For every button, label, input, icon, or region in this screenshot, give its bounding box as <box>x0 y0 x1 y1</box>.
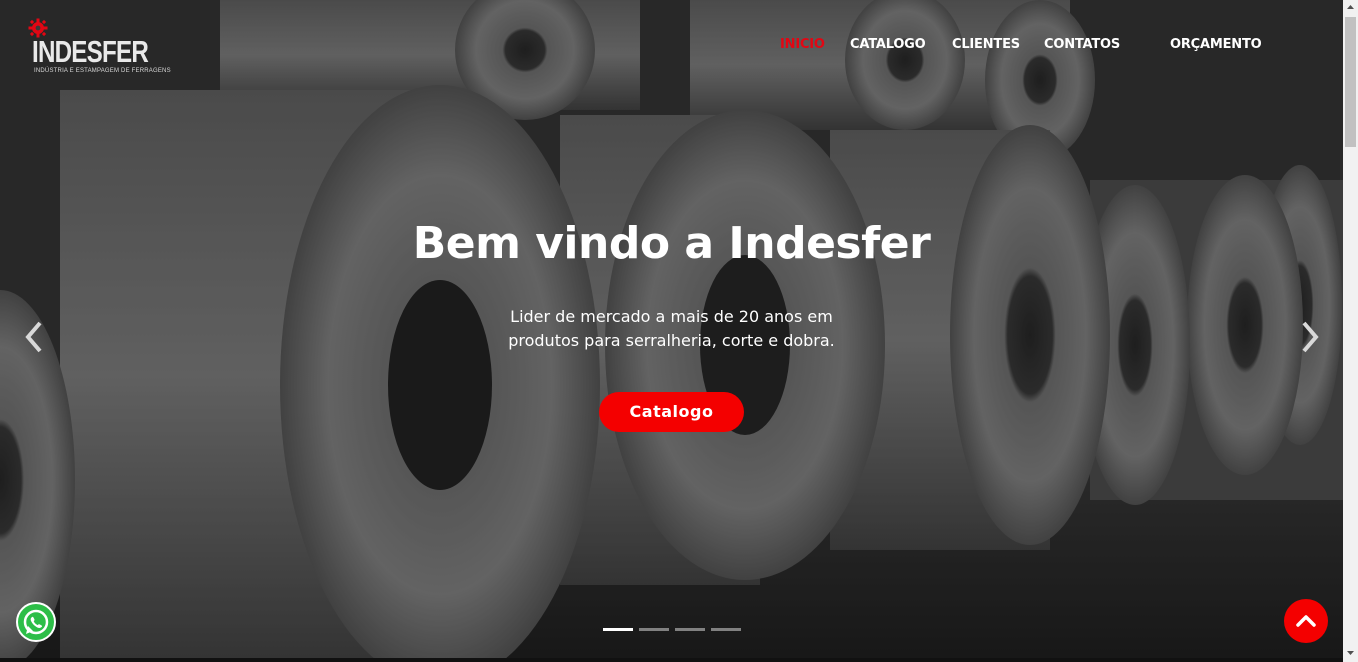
carousel-indicator-3[interactable] <box>675 628 705 631</box>
carousel-indicators <box>603 628 743 632</box>
vertical-scrollbar[interactable] <box>1343 0 1358 662</box>
scrollbar-thumb[interactable] <box>1345 17 1356 147</box>
chevron-left-icon[interactable] <box>22 320 48 354</box>
chevron-up-icon <box>1296 615 1316 627</box>
hero-title: Bem vindo a Indesfer <box>412 218 931 269</box>
logo-tagline: INDÚSTRIA E ESTAMPAGEM DE FERRAGENS <box>34 68 171 74</box>
hero-subtitle-line-2: produtos para serralheria, corte e dobra… <box>508 331 835 350</box>
scroll-down-arrow-icon[interactable] <box>1343 645 1358 660</box>
chevron-right-icon[interactable] <box>1296 320 1322 354</box>
whatsapp-icon <box>23 609 49 635</box>
nav-item-orcamento[interactable]: ORÇAMENTO <box>1170 37 1262 52</box>
nav-item-contatos[interactable]: CONTATOS <box>1044 37 1120 52</box>
whatsapp-button[interactable] <box>16 602 56 642</box>
nav-item-clientes[interactable]: CLIENTES <box>952 37 1020 52</box>
back-to-top-button[interactable] <box>1284 599 1328 643</box>
catalog-button[interactable]: Catalogo <box>599 392 744 432</box>
logo-wordmark: INDESFER <box>32 34 149 69</box>
site-logo[interactable]: INDESFER INDÚSTRIA E ESTAMPAGEM DE FERRA… <box>28 18 171 74</box>
carousel-indicator-4[interactable] <box>711 628 741 631</box>
carousel-indicator-1[interactable] <box>603 628 633 631</box>
scroll-up-arrow-icon[interactable] <box>1343 0 1358 15</box>
hero-carousel: INDESFER INDÚSTRIA E ESTAMPAGEM DE FERRA… <box>0 0 1343 662</box>
hero-subtitle: Lider de mercado a mais de 20 anos em pr… <box>0 305 1343 353</box>
page-bottom-edge <box>0 658 1343 662</box>
hero-subtitle-line-1: Lider de mercado a mais de 20 anos em <box>510 307 833 326</box>
nav-item-inicio[interactable]: INICIO <box>780 37 825 52</box>
carousel-indicator-2[interactable] <box>639 628 669 631</box>
nav-item-catalogo[interactable]: CATALOGO <box>850 37 926 52</box>
